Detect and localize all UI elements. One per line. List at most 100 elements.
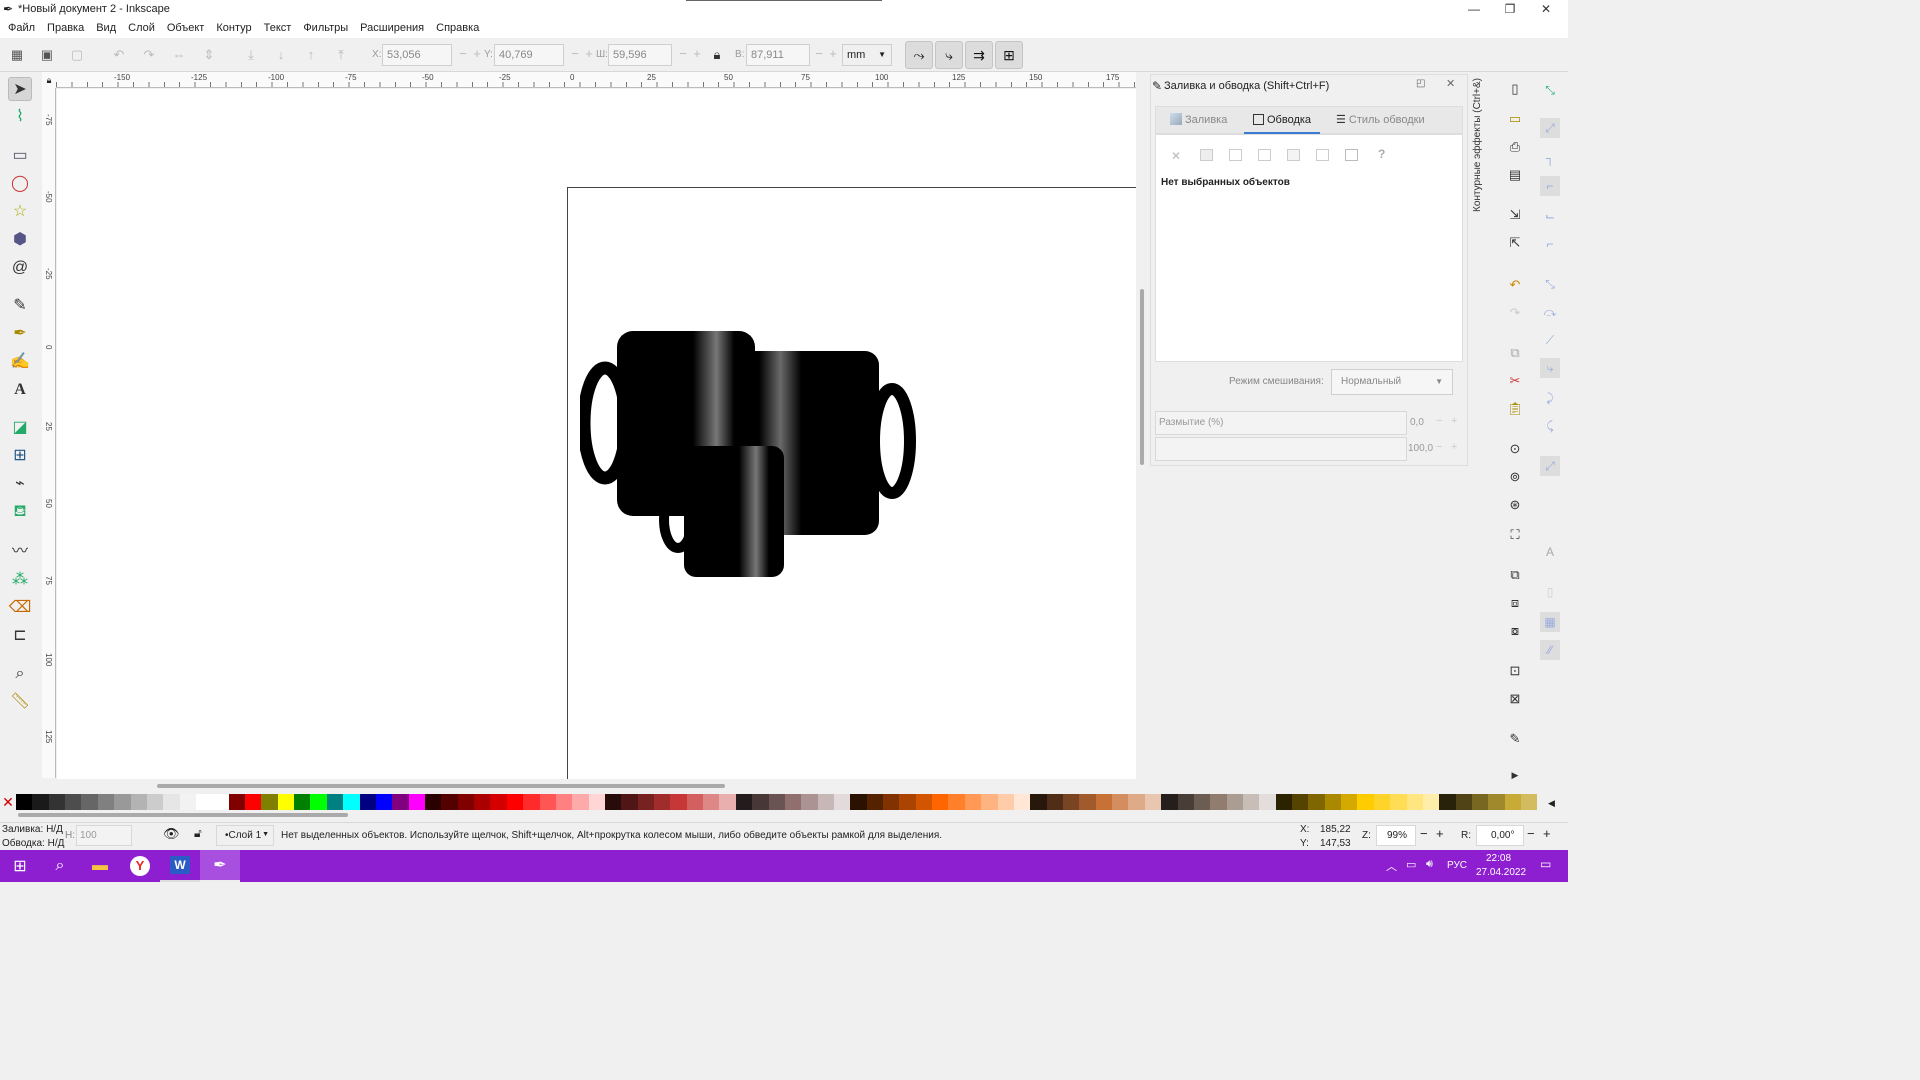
vscroll-thumb[interactable]	[1140, 289, 1144, 465]
palette-swatch[interactable]	[1013, 794, 1031, 810]
paste-icon[interactable]: 📋︎	[1506, 400, 1524, 418]
more-commands-icon[interactable]: ▶	[1506, 766, 1524, 784]
palette-swatch[interactable]	[1063, 794, 1080, 810]
radial-gradient-icon[interactable]	[1258, 149, 1271, 161]
scale-stroke-button[interactable]: ⤳	[905, 41, 933, 69]
clone-icon[interactable]: ⧈	[1506, 594, 1524, 612]
no-paint-icon[interactable]: ✕	[1171, 149, 1181, 163]
spray-tool-icon[interactable]: ⁂	[8, 568, 32, 592]
rotation-input[interactable]: 0,00°	[1476, 825, 1524, 846]
select-all-layers-icon[interactable]: ▣	[38, 46, 56, 64]
snap-rotation-icon[interactable]: ⤢	[1540, 456, 1560, 476]
zoom-input[interactable]: 99%	[1376, 825, 1416, 846]
snap-smooth-icon[interactable]: ⤷	[1540, 358, 1560, 378]
palette-swatch[interactable]	[1488, 794, 1505, 810]
palette-swatch[interactable]	[32, 794, 49, 810]
palette-swatch[interactable]	[310, 794, 327, 810]
palette-swatch[interactable]	[277, 794, 295, 810]
file-explorer-icon[interactable]: ▬	[80, 850, 120, 882]
palette-swatch[interactable]	[1112, 794, 1129, 810]
tab-stroke[interactable]: Обводка	[1244, 107, 1320, 134]
swatch-icon[interactable]	[1345, 149, 1358, 161]
3dbox-tool-icon[interactable]: ⬢	[8, 228, 32, 252]
layer-lock-icon[interactable]: 🔓︎	[194, 826, 202, 841]
blur-minus-button[interactable]: −	[1436, 415, 1442, 427]
palette-swatch[interactable]	[735, 794, 753, 810]
clock-time[interactable]: 22:08	[1486, 853, 1511, 864]
flip-vertical-icon[interactable]: ⇕	[200, 46, 218, 64]
spiral-tool-icon[interactable]: @	[8, 256, 32, 280]
group-icon[interactable]: ⊡	[1506, 662, 1524, 680]
palette-swatch[interactable]	[1324, 794, 1342, 810]
w-input[interactable]: 59,596	[608, 44, 672, 66]
palette-swatch[interactable]	[441, 794, 458, 810]
zoom-drawing-icon[interactable]: ⊚	[1506, 468, 1524, 486]
tray-chevron-icon[interactable]: ︿	[1386, 858, 1397, 874]
tab-stroke-style[interactable]: ☰ Стиль обводки	[1336, 107, 1425, 134]
selector-tool-icon[interactable]: ➤	[8, 77, 32, 101]
palette-swatch[interactable]	[163, 794, 180, 810]
menu-help[interactable]: Справка	[430, 22, 485, 34]
palette-swatch[interactable]	[899, 794, 916, 810]
palette-swatch[interactable]	[1471, 794, 1489, 810]
palette-swatch[interactable]	[1275, 794, 1293, 810]
lower-icon[interactable]: ↓	[272, 46, 290, 64]
word-icon[interactable]: W	[160, 850, 200, 882]
palette-swatch[interactable]	[1210, 794, 1227, 810]
palette-swatch[interactable]	[1079, 794, 1096, 810]
palette-swatch[interactable]	[343, 794, 360, 810]
blur-plus-button[interactable]: +	[1451, 415, 1457, 427]
snap-page-icon[interactable]: ▯	[1540, 582, 1560, 602]
palette-swatch[interactable]	[1521, 794, 1538, 810]
path-effects-dock-tab[interactable]: Контурные эффекты (Ctrl+&)	[1472, 78, 1488, 223]
palette-swatch[interactable]	[1030, 794, 1047, 810]
palette-swatch[interactable]	[1161, 794, 1178, 810]
palette-swatch[interactable]	[359, 794, 376, 810]
snap-text-icon[interactable]: A	[1540, 542, 1560, 562]
lower-bottom-icon[interactable]: ⤓	[242, 46, 260, 64]
palette-swatch[interactable]	[997, 794, 1014, 810]
windows-start-icon[interactable]: ⊞	[0, 850, 40, 882]
raise-top-icon[interactable]: ⤒	[332, 46, 350, 64]
dialog-close-icon[interactable]: ✕	[1446, 77, 1455, 90]
layer-select[interactable]: •Слой 1 ▼	[216, 825, 274, 846]
palette-swatch[interactable]	[883, 794, 900, 810]
palette-swatch[interactable]	[1095, 794, 1113, 810]
text-tool-icon[interactable]: A	[8, 378, 32, 402]
palette-swatch[interactable]	[523, 794, 540, 810]
opacity-status-input[interactable]: 100	[76, 825, 132, 846]
palette-swatch[interactable]	[65, 794, 82, 810]
palette-swatch[interactable]	[490, 794, 507, 810]
menu-extensions[interactable]: Расширения	[354, 22, 430, 34]
search-icon[interactable]: ⌕	[40, 850, 80, 882]
palette-swatch[interactable]	[833, 794, 851, 810]
palette-swatch[interactable]	[572, 794, 589, 810]
palette-swatch[interactable]	[752, 794, 769, 810]
volume-icon[interactable]: 🔊︎	[1426, 858, 1433, 871]
snap-path-icon[interactable]: ⤼	[1540, 302, 1560, 322]
palette-swatch[interactable]	[637, 794, 655, 810]
palette-swatch[interactable]	[506, 794, 524, 810]
linear-gradient-icon[interactable]	[1229, 149, 1242, 161]
unset-paint-icon[interactable]: ?	[1378, 147, 1385, 161]
palette-swatch[interactable]	[375, 794, 393, 810]
h-plus-button[interactable]: +	[822, 44, 844, 66]
snap-midpoint-icon[interactable]: ⤸	[1540, 388, 1560, 408]
palette-swatch[interactable]	[654, 794, 671, 810]
palette-swatch[interactable]	[670, 794, 687, 810]
palette-swatch[interactable]	[392, 794, 409, 810]
palette-swatch[interactable]	[1292, 794, 1309, 810]
blur-field[interactable]: Размытие (%)	[1155, 411, 1407, 435]
palette-swatch[interactable]	[817, 794, 834, 810]
vertical-ruler[interactable]: -75 -50 -25 0 25 50 75 100 125	[42, 88, 56, 778]
lock-proportions-icon[interactable]: 🔒︎	[708, 46, 726, 64]
mugs-drawing[interactable]	[580, 325, 920, 585]
palette-swatch[interactable]	[1373, 794, 1391, 810]
horizontal-scrollbar[interactable]	[57, 779, 1137, 791]
notifications-icon[interactable]: ▭	[1540, 857, 1551, 871]
rectangle-tool-icon[interactable]: ▭	[8, 144, 32, 168]
palette-swatch[interactable]	[457, 794, 475, 810]
w-plus-button[interactable]: +	[686, 44, 708, 66]
palette-swatch[interactable]	[1422, 794, 1440, 810]
palette-swatch[interactable]	[130, 794, 147, 810]
